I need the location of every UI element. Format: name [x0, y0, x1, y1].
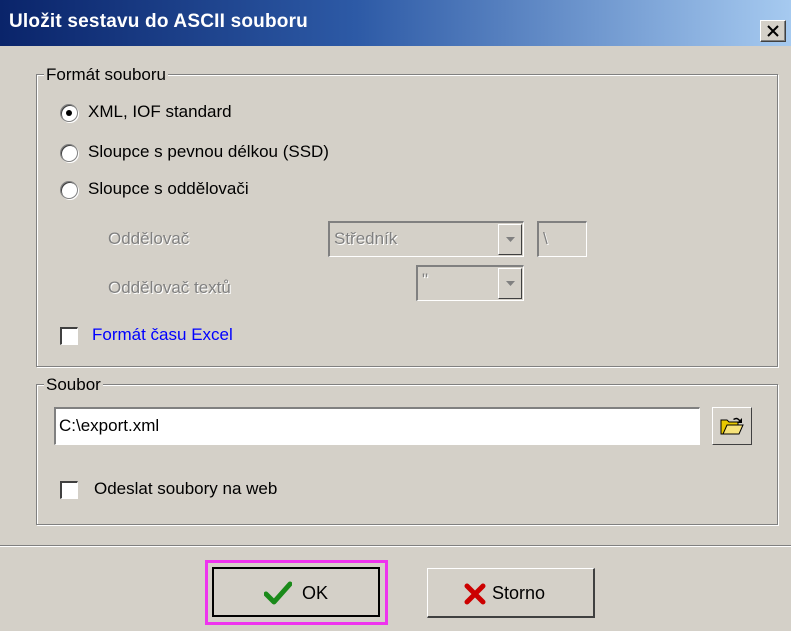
window-title: Uložit sestavu do ASCII souboru: [9, 11, 308, 32]
file-path-input[interactable]: C:\export.xml: [54, 407, 700, 445]
cancel-x-icon: [464, 583, 486, 605]
browse-folder-button[interactable]: [712, 407, 752, 445]
cancel-button-label: Storno: [492, 583, 546, 603]
separator-char-value: \: [543, 229, 548, 248]
ok-button[interactable]: OK: [212, 567, 380, 617]
close-icon: [767, 25, 779, 37]
cancel-button[interactable]: Storno: [427, 568, 595, 618]
format-group-legend: Formát souboru: [44, 65, 168, 85]
send-web-label[interactable]: Odeslat soubory na web: [94, 479, 277, 499]
button-bar-divider: [0, 545, 791, 547]
separator-dropdown-button[interactable]: [498, 224, 522, 255]
text-separator-select[interactable]: ": [416, 265, 524, 301]
send-web-checkbox[interactable]: [60, 481, 78, 499]
excel-time-checkbox[interactable]: [60, 327, 78, 345]
radio-xml-iof[interactable]: [60, 104, 78, 122]
radio-xml-iof-label[interactable]: XML, IOF standard: [88, 102, 232, 122]
excel-time-label[interactable]: Formát času Excel: [92, 325, 233, 345]
title-bar: Uložit sestavu do ASCII souboru: [0, 0, 791, 46]
open-folder-icon: [720, 417, 744, 435]
file-path-value: C:\export.xml: [59, 416, 160, 435]
close-button[interactable]: [760, 20, 786, 42]
radio-delimited-label[interactable]: Sloupce s oddělovači: [88, 179, 249, 199]
text-separator-label: Oddělovač textů: [108, 278, 231, 297]
text-separator-value: ": [422, 270, 429, 289]
checkmark-icon: [264, 581, 292, 605]
radio-fixed-width-label[interactable]: Sloupce s pevnou délkou (SSD): [88, 142, 329, 162]
separator-label: Oddělovač: [108, 229, 190, 248]
file-groupbox: [36, 384, 778, 525]
file-group-legend: Soubor: [44, 375, 103, 395]
separator-select-value: Středník: [334, 229, 398, 248]
chevron-down-icon: [506, 281, 515, 286]
separator-char-field[interactable]: \: [537, 221, 587, 257]
radio-fixed-width[interactable]: [60, 144, 78, 162]
text-separator-dropdown-button[interactable]: [498, 268, 522, 299]
separator-select[interactable]: Středník: [328, 221, 524, 257]
ok-button-label: OK: [302, 583, 329, 603]
radio-delimited[interactable]: [60, 181, 78, 199]
chevron-down-icon: [506, 237, 515, 242]
